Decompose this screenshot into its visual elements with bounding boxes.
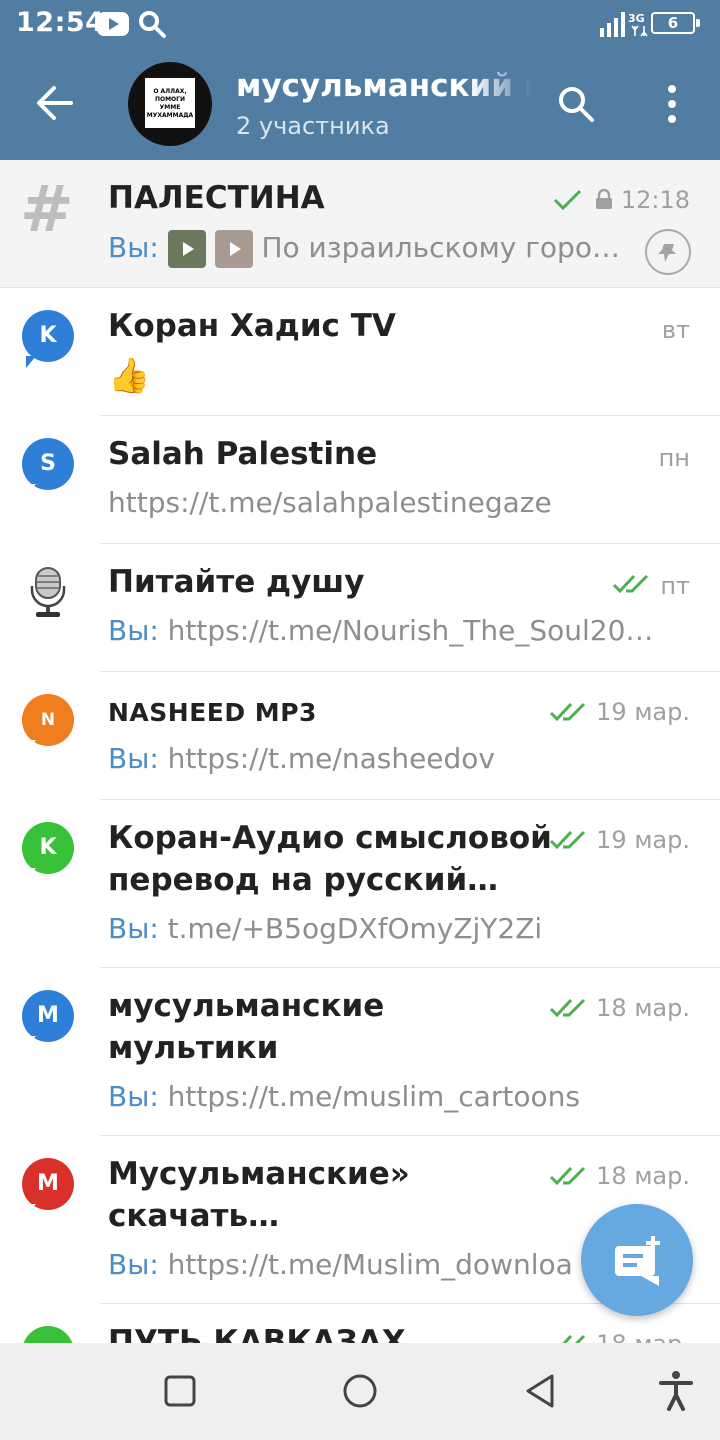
chat-time: 19 мар. <box>596 698 690 726</box>
signal-icon: 3G <box>600 12 648 37</box>
search-notification-icon <box>139 11 166 38</box>
double-check-icon <box>549 998 586 1018</box>
chat-name: Коран Хадис TV <box>108 308 396 344</box>
hash-icon: # <box>20 173 74 247</box>
battery-icon: 6 <box>651 12 700 34</box>
chat-preview: Вы: https://t.me/muslim_cartoons <box>108 1080 688 1113</box>
title-fade <box>470 64 532 108</box>
message-text: По израильскому горо… <box>261 231 620 264</box>
chat-time: 18 мар. <box>596 994 690 1022</box>
chat-name-line2: перевод на русский… <box>108 862 499 898</box>
you-label: Вы: <box>108 912 159 945</box>
chat-item-palestina[interactable]: # ПАЛЕСТИНА 12:18 Вы: По израильскому го… <box>0 160 720 288</box>
avatar: N <box>22 694 74 752</box>
you-label: Вы: <box>108 1080 159 1113</box>
search-icon[interactable] <box>554 82 598 126</box>
network-type: 3G <box>628 12 645 25</box>
chat-time: 12:18 <box>620 186 690 214</box>
compose-icon <box>615 1236 660 1286</box>
video-thumbnail <box>214 230 253 268</box>
youtube-icon <box>97 12 129 36</box>
avatar: K <box>22 822 74 880</box>
back-arrow-icon[interactable] <box>30 78 80 128</box>
message-text: t.me/+B5ogDXfOmyZjY2Zi <box>167 912 543 945</box>
chat-time: 18 мар. <box>596 1330 690 1343</box>
double-check-icon <box>612 574 649 594</box>
chat-item-pitayte-dushu[interactable]: Питайте душу пт Вы: https://t.me/Nourish… <box>0 544 720 672</box>
pin-icon[interactable] <box>645 229 691 275</box>
avatar-caption: О АЛЛАХ, ПОМОГИ УММЕ МУХАММАДА <box>145 78 195 128</box>
message-text: https://t.me/Muslim_downloa <box>167 1248 573 1281</box>
status-time: 12:54 <box>16 7 105 38</box>
chat-item-salah-palestine[interactable]: S Salah Palestine пн https://t.me/salahp… <box>0 416 720 544</box>
chat-preview: Вы: t.me/+B5ogDXfOmyZjY2Zi <box>108 912 688 945</box>
chat-preview: https://t.me/salahpalestinegaze <box>108 486 552 519</box>
avatar: K <box>22 310 74 368</box>
chat-name-line2: мультики <box>108 1030 279 1066</box>
chat-item-koran-hadis[interactable]: K Коран Хадис TV вт 👍 <box>0 288 720 416</box>
chat-item-nasheed-mp3[interactable]: N NASHEED MP3 19 мар. Вы: https://t.me/n… <box>0 672 720 800</box>
chat-name-line2: скачать… <box>108 1198 280 1234</box>
avatar: M <box>22 990 74 1048</box>
chat-preview: 👍 <box>108 356 151 396</box>
you-label: Вы: <box>108 231 159 264</box>
compose-button[interactable] <box>581 1204 693 1316</box>
recents-icon[interactable] <box>156 1367 204 1415</box>
back-icon[interactable] <box>516 1367 564 1415</box>
chat-name-line1: Коран-Аудио смысловой <box>108 820 552 856</box>
chat-time: 18 мар. <box>596 1162 690 1190</box>
chat-preview: Вы: По израильскому горо… <box>108 230 628 268</box>
double-check-icon <box>549 830 586 850</box>
double-check-icon <box>549 702 586 722</box>
chat-time: пн <box>658 444 690 472</box>
member-count: 2 участника <box>236 112 390 140</box>
microphone-icon <box>30 567 66 617</box>
chat-time: 19 мар. <box>596 826 690 854</box>
video-thumbnail <box>167 230 206 268</box>
more-options-icon[interactable] <box>654 82 690 126</box>
avatar: M <box>22 1158 74 1216</box>
chat-item-muslim-cartoons[interactable]: M мусульманские мультики 18 мар. Вы: htt… <box>0 968 720 1136</box>
message-text: https://t.me/Nourish_The_Soul20… <box>167 614 654 647</box>
status-bar: 12:54 3G 6 <box>0 0 720 48</box>
double-check-icon <box>549 1166 586 1186</box>
lock-icon <box>596 189 612 209</box>
avatar: S <box>22 438 74 496</box>
chat-name: ПАЛЕСТИНА <box>108 180 325 216</box>
you-label: Вы: <box>108 614 159 647</box>
chat-name-line1: Мусульманские» <box>108 1156 410 1192</box>
chat-time: пт <box>660 572 690 600</box>
chat-header: О АЛЛАХ, ПОМОГИ УММЕ МУХАММАДА мусульман… <box>0 48 720 160</box>
chat-name-line1: мусульманские <box>108 988 385 1024</box>
group-avatar[interactable]: О АЛЛАХ, ПОМОГИ УММЕ МУХАММАДА <box>128 62 212 146</box>
message-text: https://t.me/muslim_cartoons <box>167 1080 580 1113</box>
double-check-icon <box>562 1334 586 1343</box>
avatar <box>22 1326 74 1343</box>
chat-time: вт <box>661 316 690 344</box>
system-nav-bar <box>0 1343 720 1440</box>
chat-item-koran-audio[interactable]: K Коран-Аудио смысловой перевод на русск… <box>0 800 720 968</box>
you-label: Вы: <box>108 742 159 775</box>
chat-preview: Вы: https://t.me/nasheedov <box>108 742 688 775</box>
home-icon[interactable] <box>336 1367 384 1415</box>
single-check-icon <box>553 189 582 211</box>
chat-name: Питайте душу <box>108 564 365 600</box>
chat-preview: Вы: https://t.me/Nourish_The_Soul20… <box>108 614 688 647</box>
chat-name: Salah Palestine <box>108 436 378 472</box>
chat-name: NASHEED MP3 <box>108 698 317 727</box>
chat-preview: Вы: https://t.me/Muslim_downloa <box>108 1248 588 1281</box>
you-label: Вы: <box>108 1248 159 1281</box>
accessibility-icon[interactable] <box>652 1367 700 1415</box>
message-text: https://t.me/nasheedov <box>167 742 496 775</box>
chat-name: ПУТЬ КАВКАЗАХ <box>108 1324 406 1343</box>
